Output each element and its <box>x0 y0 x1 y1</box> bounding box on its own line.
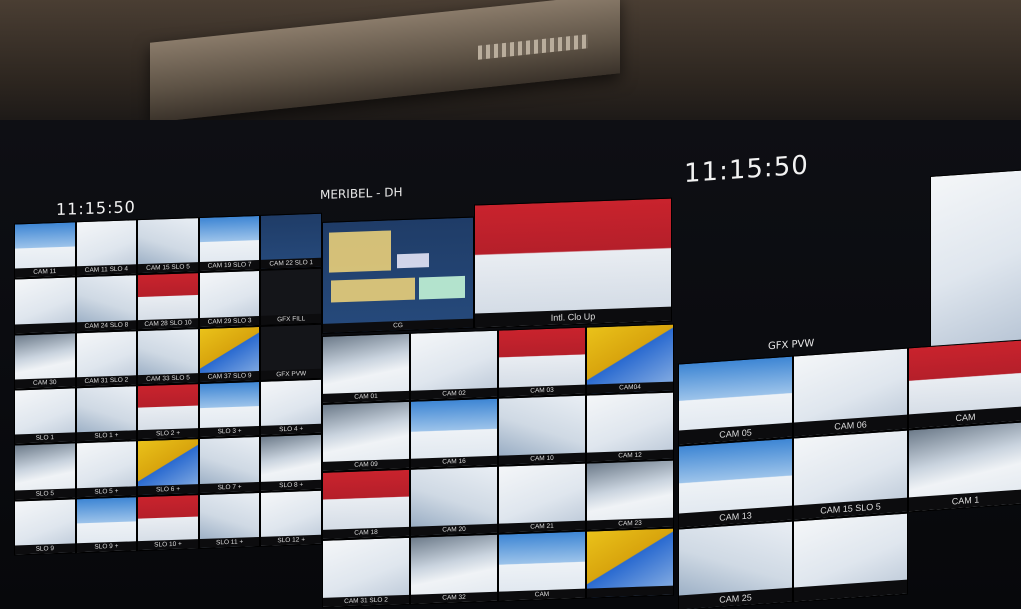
camera-tile: CAM 30 <box>14 332 76 390</box>
camera-tile: SLO 1 <box>14 387 76 445</box>
right-monitor: 11:15:50 GFX PVW CAM 05 CAM 06 CAM CAM 13 CA… <box>672 136 1021 609</box>
ceiling-light-fixture <box>150 0 620 123</box>
center-header: MERIBEL - DH <box>320 185 403 202</box>
center-tile-grid: CAM 01 CAM 02 CAM 03 CAM04 CAM 09 CAM 16 CAM 1… <box>322 323 674 608</box>
camera-tile: CAM 28 SLO 10 <box>137 272 199 330</box>
camera-tile: CAM 11 <box>14 221 76 279</box>
camera-tile: SLO 9 <box>14 498 76 556</box>
left-monitor: 11:15:50 CAM 11 CAM 11 SLO 4 CAM 15 SLO 5C… <box>0 179 322 600</box>
center-monitor: MERIBEL - DH CG Intl. Clo Up CAM 01 CAM 0… <box>318 168 674 609</box>
camera-tile: SLO 12 + <box>260 489 322 547</box>
camera-tile: CAM 24 SLO 8 <box>75 274 138 333</box>
camera-tile: SLO 4 + <box>260 378 322 437</box>
camera-tile: SLO 6 + <box>137 438 199 496</box>
camera-tile: CAM 19 SLO 7 <box>198 214 261 273</box>
camera-tile: CAM <box>908 339 1021 430</box>
camera-tile: CAM 13 <box>678 437 793 529</box>
camera-tile: CAM 37 SLO 9 <box>198 325 261 384</box>
camera-tile: GFX PVW <box>260 323 322 381</box>
camera-tile: CAM 22 SLO 1 <box>260 212 322 271</box>
camera-tile <box>793 512 908 603</box>
camera-tile: CAM 29 SLO 3 <box>198 270 261 328</box>
camera-tile: CAM 02 <box>410 329 498 401</box>
camera-tile: CAM 16 <box>410 397 498 469</box>
camera-label: SLO 9 + <box>76 541 137 553</box>
camera-tile: CAM 12 <box>586 391 674 463</box>
right-tile-grid: CAM 05 CAM 06 CAM CAM 13 CAM 15 SLO 5 CAM 1 CA… <box>678 339 1021 609</box>
camera-tile: SLO 2 + <box>137 383 199 441</box>
camera-label: CAM 32 <box>411 591 497 604</box>
left-tile-grid: CAM 11 CAM 11 SLO 4 CAM 15 SLO 5 CAM 19 SLO… <box>14 212 322 556</box>
camera-tile: CAM 05 <box>678 355 793 446</box>
program-main-tile: Intl. Clo Up <box>474 197 672 329</box>
camera-tile: CAM 15 SLO 5 <box>137 217 199 275</box>
camera-tile: CAM 31 SLO 2 <box>75 329 138 388</box>
camera-label: CAM <box>499 588 585 601</box>
camera-tile: SLO 1 + <box>75 385 138 443</box>
camera-tile: CAM 01 <box>322 332 410 404</box>
camera-tile: CAM 06 <box>793 347 908 438</box>
right-gfx-pvw-label: GFX PVW <box>768 338 815 353</box>
camera-tile <box>14 276 76 335</box>
broadcast-control-room: 11:15:50 CAM 11 CAM 11 SLO 4 CAM 15 SLO 5C… <box>0 0 1021 609</box>
camera-tile: CAM <box>498 530 586 602</box>
camera-tile: SLO 9 + <box>75 495 138 554</box>
camera-tile: CAM 10 <box>498 394 586 466</box>
camera-label <box>587 585 673 598</box>
camera-tile: CAM04 <box>586 323 674 395</box>
camera-tile: SLO 10 + <box>137 493 199 552</box>
left-clock: 11:15:50 <box>56 197 136 220</box>
camera-tile: CAM 33 SLO 5 <box>137 327 199 386</box>
camera-tile: SLO 5 + <box>75 440 138 499</box>
camera-tile: SLO 5 <box>14 442 76 501</box>
camera-tile: CAM 09 <box>322 400 410 472</box>
cg-graphics-tile: CG <box>322 216 474 334</box>
camera-tile: CAM 03 <box>498 326 586 398</box>
right-large-preview <box>930 169 1021 348</box>
camera-tile: CAM 15 SLO 5 <box>793 429 908 521</box>
camera-tile: CAM 25 <box>678 520 793 609</box>
camera-tile: CAM 31 SLO 2 <box>322 536 410 608</box>
camera-tile: SLO 11 + <box>198 491 261 550</box>
camera-tile: CAM 21 <box>498 462 586 534</box>
camera-label: SLO 12 + <box>261 534 321 546</box>
camera-tile: CAM 23 <box>586 459 674 531</box>
camera-tile: GFX FILL <box>260 268 322 326</box>
camera-label: SLO 10 + <box>138 539 198 551</box>
camera-tile: SLO 3 + <box>198 380 261 439</box>
camera-tile: CAM 32 <box>410 533 498 605</box>
camera-tile: CAM 11 SLO 4 <box>75 219 138 277</box>
camera-tile <box>586 527 674 599</box>
camera-label: SLO 9 <box>15 543 75 555</box>
camera-tile: SLO 7 + <box>198 436 261 494</box>
camera-tile: SLO 8 + <box>260 434 322 492</box>
camera-tile: CAM 1 <box>908 421 1021 513</box>
camera-tile: CAM 20 <box>410 465 498 537</box>
camera-label: CAM 1 <box>909 489 1021 512</box>
camera-tile: CAM 18 <box>322 468 410 540</box>
camera-label: CAM 31 SLO 2 <box>323 594 409 607</box>
camera-label: SLO 11 + <box>199 536 260 549</box>
